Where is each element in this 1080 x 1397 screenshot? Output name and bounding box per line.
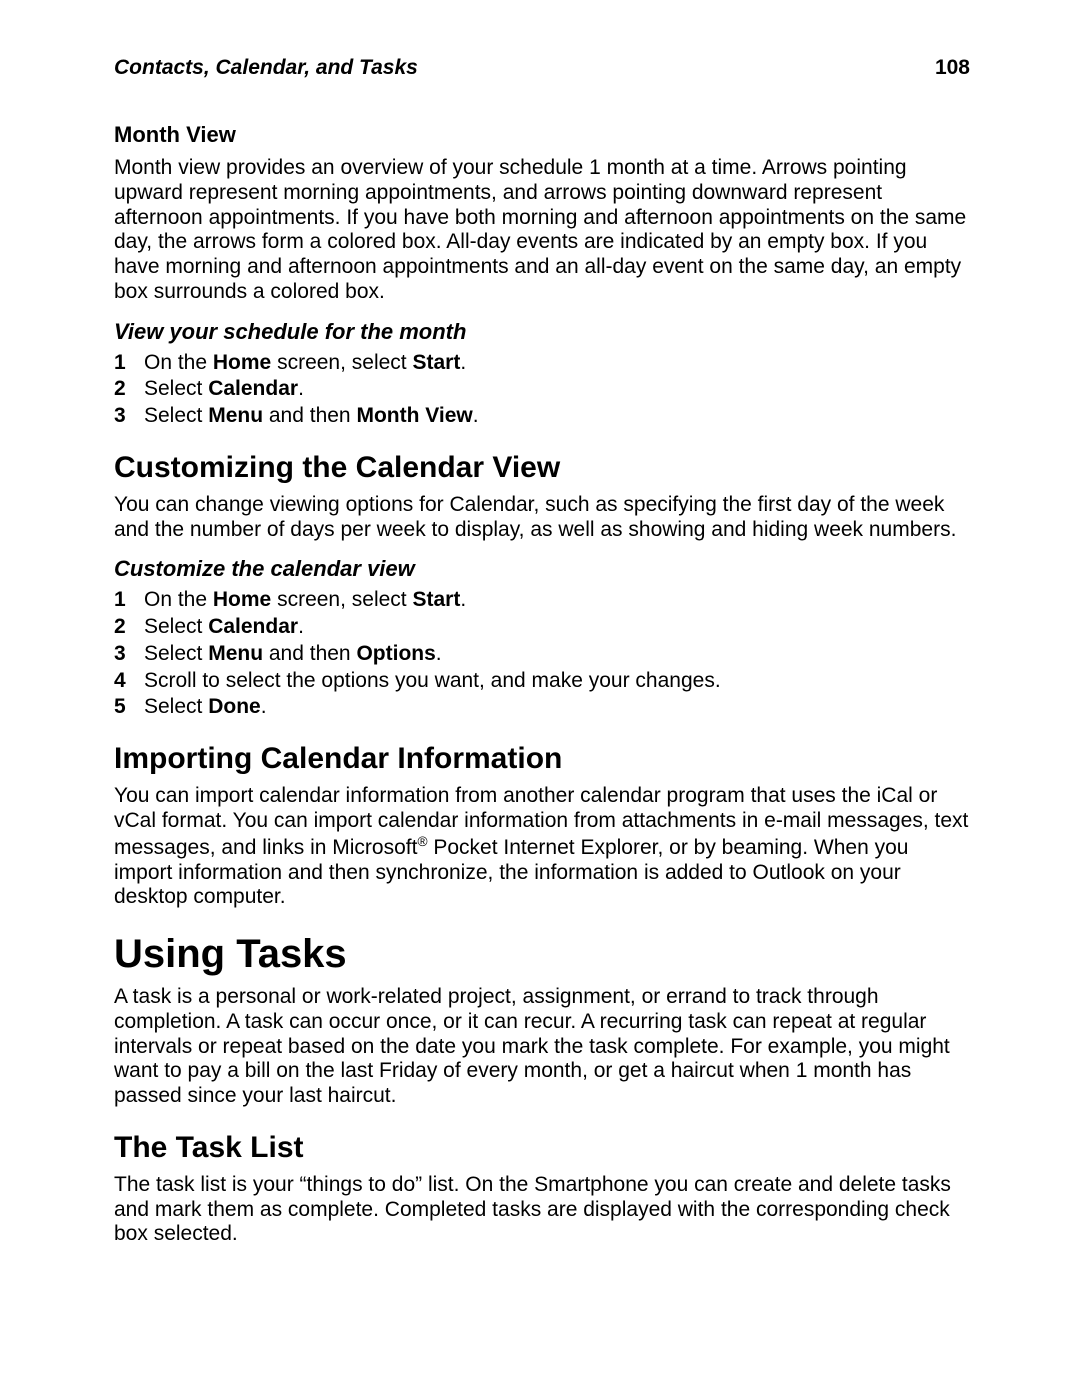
step: 3 Select Menu and then Options. <box>114 642 970 667</box>
step-text: Select Calendar. <box>144 377 304 402</box>
body-task-list: The task list is your “things to do” lis… <box>114 1173 970 1247</box>
step-text: Select Calendar. <box>144 615 304 640</box>
page-number: 108 <box>935 56 970 80</box>
step: 5 Select Done. <box>114 695 970 720</box>
running-header: Contacts, Calendar, and Tasks 108 <box>114 56 970 80</box>
step-text: Select Menu and then Options. <box>144 642 442 667</box>
step-number: 3 <box>114 642 128 667</box>
step-text: On the Home screen, select Start. <box>144 351 466 376</box>
step: 3 Select Menu and then Month View. <box>114 404 970 429</box>
registered-mark: ® <box>417 834 427 849</box>
body-customizing: You can change viewing options for Calen… <box>114 493 970 543</box>
step: 2 Select Calendar. <box>114 377 970 402</box>
heading-customizing: Customizing the Calendar View <box>114 451 970 485</box>
document-page: Contacts, Calendar, and Tasks 108 Month … <box>0 0 1080 1397</box>
proc-title-customize: Customize the calendar view <box>114 556 970 582</box>
steps-view-schedule: 1 On the Home screen, select Start. 2 Se… <box>114 351 970 429</box>
step-number: 3 <box>114 404 128 429</box>
step-number: 4 <box>114 669 128 694</box>
step: 4 Scroll to select the options you want,… <box>114 669 970 694</box>
heading-task-list: The Task List <box>114 1131 970 1165</box>
step-text: On the Home screen, select Start. <box>144 588 466 613</box>
step-number: 1 <box>114 351 128 376</box>
running-title: Contacts, Calendar, and Tasks <box>114 56 418 80</box>
body-month-view: Month view provides an overview of your … <box>114 156 970 305</box>
heading-using-tasks: Using Tasks <box>114 932 970 977</box>
step-text: Scroll to select the options you want, a… <box>144 669 721 694</box>
step-number: 2 <box>114 377 128 402</box>
step: 2 Select Calendar. <box>114 615 970 640</box>
step-number: 2 <box>114 615 128 640</box>
body-importing: You can import calendar information from… <box>114 784 970 910</box>
steps-customize: 1 On the Home screen, select Start. 2 Se… <box>114 588 970 720</box>
step-number: 1 <box>114 588 128 613</box>
step: 1 On the Home screen, select Start. <box>114 588 970 613</box>
body-using-tasks: A task is a personal or work-related pro… <box>114 985 970 1109</box>
step-number: 5 <box>114 695 128 720</box>
heading-importing: Importing Calendar Information <box>114 742 970 776</box>
step: 1 On the Home screen, select Start. <box>114 351 970 376</box>
proc-title-view-schedule: View your schedule for the month <box>114 319 970 345</box>
step-text: Select Done. <box>144 695 267 720</box>
step-text: Select Menu and then Month View. <box>144 404 479 429</box>
heading-month-view: Month View <box>114 122 970 148</box>
